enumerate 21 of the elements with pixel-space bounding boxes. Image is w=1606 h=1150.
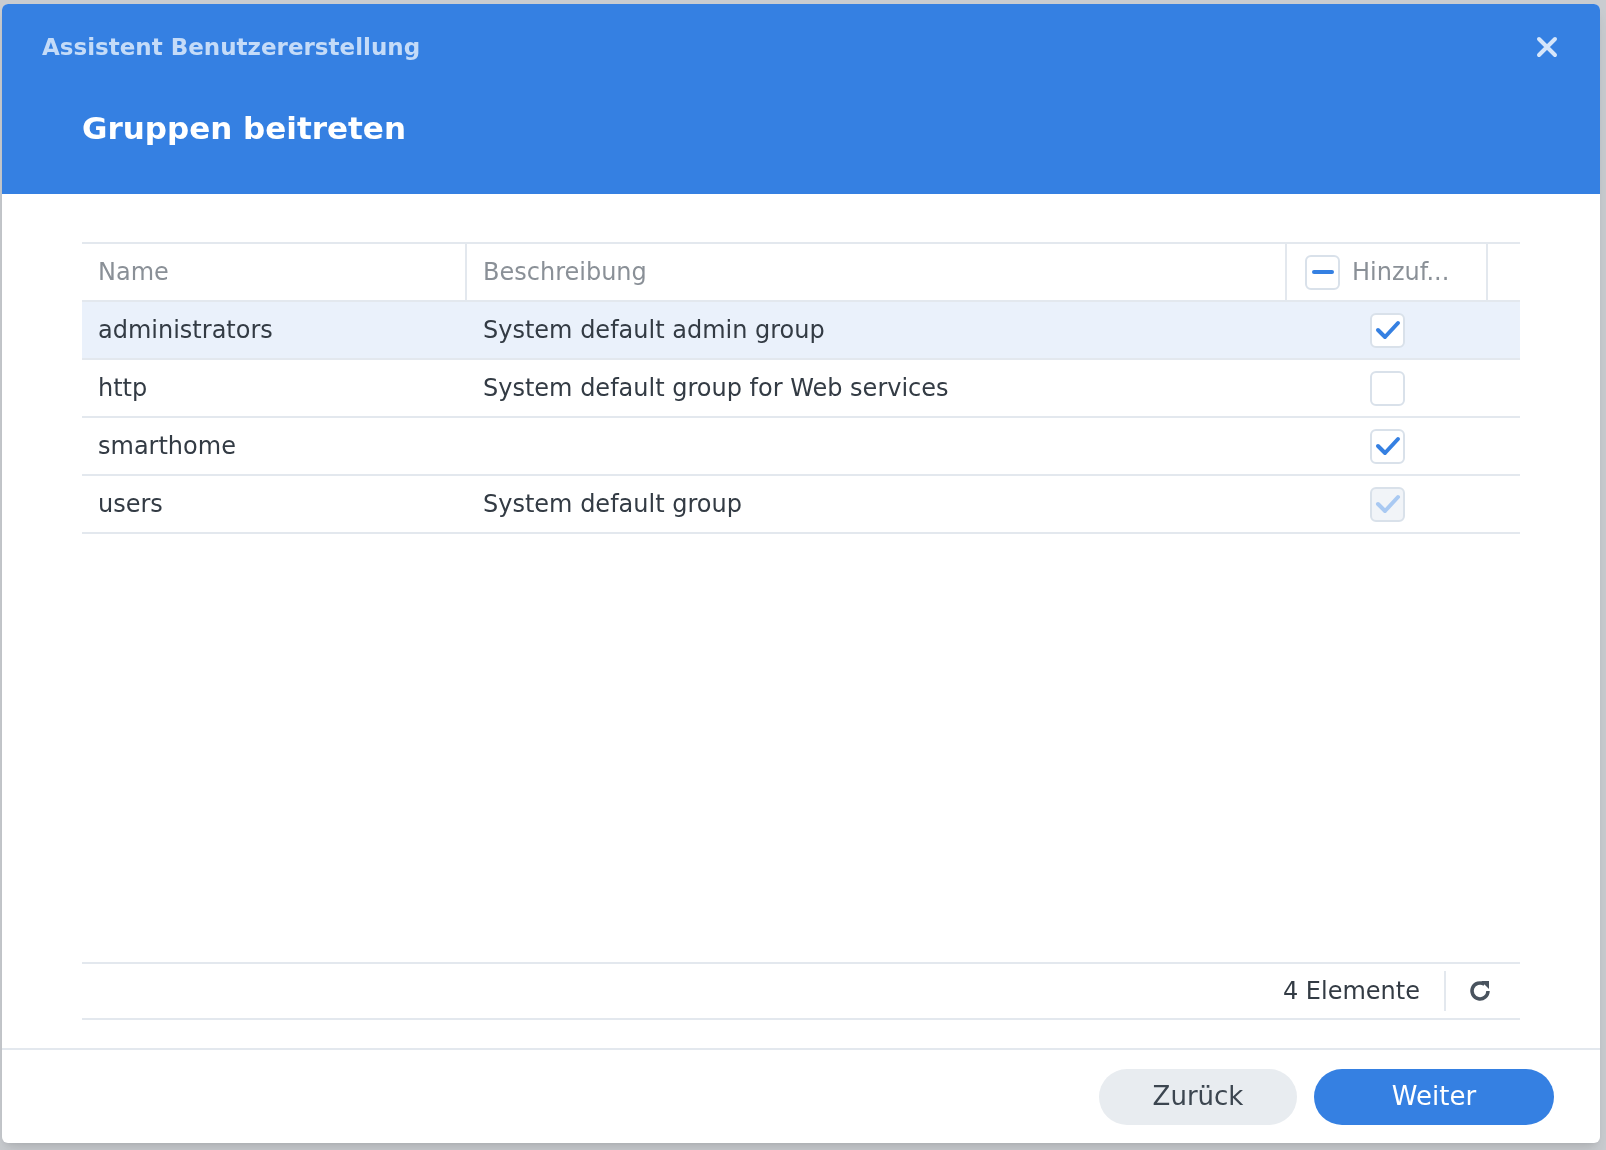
table-cell: users — [98, 490, 163, 518]
checkbox[interactable] — [1370, 312, 1405, 348]
check-icon — [1374, 493, 1401, 515]
page-heading: Gruppen beitreten — [82, 108, 407, 148]
dash-icon — [1311, 270, 1334, 274]
table-cell: System default admin group — [483, 316, 825, 344]
table-row[interactable]: administrators System default admin group — [82, 302, 1520, 360]
check-icon — [1374, 435, 1401, 457]
check-icon — [1374, 319, 1401, 341]
table-cell: http — [98, 374, 148, 402]
checkbox[interactable] — [1370, 370, 1405, 406]
window-title: Assistent Benutzererstellung — [42, 33, 421, 62]
next-button[interactable]: Weiter — [1314, 1068, 1554, 1125]
checkbox[interactable] — [1370, 428, 1405, 464]
item-count: 4 Elemente — [1282, 971, 1446, 1011]
table-cell: System default group — [483, 490, 742, 518]
table-cell: smarthome — [98, 432, 236, 460]
table-cell: administrators — [98, 316, 273, 344]
back-button[interactable]: Zurück — [1099, 1068, 1297, 1125]
checkbox[interactable] — [1305, 254, 1340, 290]
table-cell: System default group for Web services — [483, 374, 949, 402]
